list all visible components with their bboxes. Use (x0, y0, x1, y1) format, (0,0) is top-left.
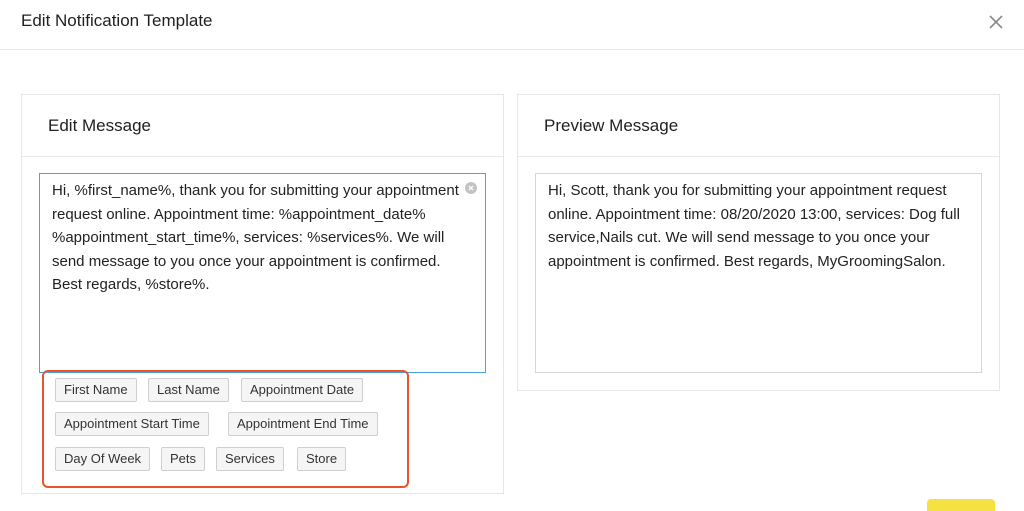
save-button[interactable] (927, 499, 995, 511)
clear-circle-icon[interactable] (465, 182, 477, 194)
edit-panel-header: Edit Message (22, 95, 503, 157)
modal-title: Edit Notification Template (21, 11, 213, 30)
tag-last-name[interactable]: Last Name (148, 378, 229, 402)
tag-first-name[interactable]: First Name (55, 378, 137, 402)
tag-appointment-start-time[interactable]: Appointment Start Time (55, 412, 209, 436)
message-input-text: Hi, %first_name%, thank you for submitti… (52, 182, 459, 293)
message-textarea[interactable]: Hi, %first_name%, thank you for submitti… (39, 173, 486, 373)
tag-appointment-end-time[interactable]: Appointment End Time (228, 412, 378, 436)
preview-message-box: Hi, Scott, thank you for submitting your… (535, 173, 982, 373)
preview-panel-header: Preview Message (518, 95, 999, 157)
close-button[interactable] (984, 10, 1008, 34)
tag-appointment-date[interactable]: Appointment Date (241, 378, 364, 402)
edit-panel-title: Edit Message (48, 116, 151, 135)
preview-message-text: Hi, Scott, thank you for submitting your… (548, 182, 960, 270)
preview-panel-title: Preview Message (544, 116, 679, 135)
modal-header: Edit Notification Template (0, 0, 1024, 50)
tag-services[interactable]: Services (216, 447, 284, 471)
tag-day-of-week[interactable]: Day Of Week (55, 447, 151, 471)
tag-pets[interactable]: Pets (161, 447, 206, 471)
close-icon (989, 15, 1003, 29)
tag-store[interactable]: Store (297, 447, 347, 471)
preview-message-panel: Preview Message Hi, Scott, thank you for… (517, 94, 1000, 391)
